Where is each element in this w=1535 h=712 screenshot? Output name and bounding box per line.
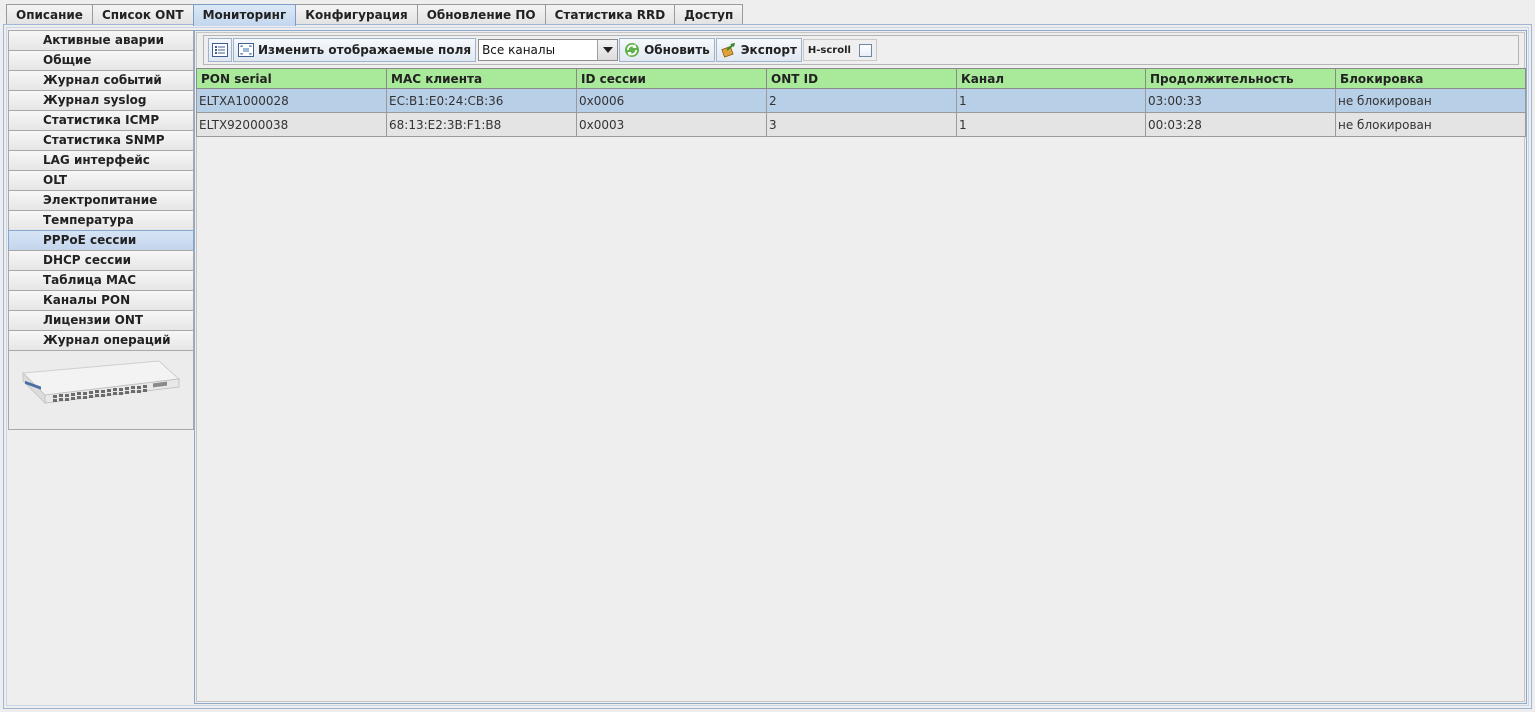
side-tab-power[interactable]: Электропитание (8, 190, 194, 210)
export-label: Экспорт (740, 43, 797, 57)
tab-ont-list[interactable]: Список ONT (91, 4, 194, 25)
side-tab-pppoe-sessions[interactable]: PPPoE сессии (8, 230, 194, 250)
side-tab-event-log[interactable]: Журнал событий (8, 70, 194, 90)
change-fields-label: Изменить отображаемые поля (258, 43, 472, 57)
side-tab-snmp-stats[interactable]: Статистика SNMP (8, 130, 194, 150)
column-header-blocking[interactable]: Блокировка (1335, 68, 1526, 89)
cell-pon-serial: ELTXA1000028 (196, 88, 387, 113)
column-header-ont-id[interactable]: ONT ID (766, 68, 957, 89)
side-tab-active-alarms[interactable]: Активные аварии (8, 30, 194, 50)
tab-configuration[interactable]: Конфигурация (295, 4, 418, 25)
channel-select[interactable]: Все каналы (478, 39, 619, 61)
olt-device-image (21, 360, 181, 404)
side-tab-dhcp-sessions[interactable]: DHCP сессии (8, 250, 194, 270)
cell-ont-id: 3 (766, 112, 957, 137)
cell-client-mac: EC:B1:E0:24:CB:36 (386, 88, 577, 113)
change-fields-button[interactable]: Изменить отображаемые поля (233, 38, 477, 62)
cell-duration: 00:03:28 (1145, 112, 1336, 137)
column-header-session-id[interactable]: ID сессии (576, 68, 767, 89)
device-image-box (8, 350, 194, 430)
cell-channel: 1 (956, 112, 1146, 137)
hscroll-toggle[interactable]: H-scroll (802, 39, 877, 61)
cell-ont-id: 2 (766, 88, 957, 113)
tab-monitoring[interactable]: Мониторинг (192, 4, 297, 26)
table-header-row: PON serial MAC клиента ID сессии ONT ID … (196, 68, 1526, 89)
column-header-pon-serial[interactable]: PON serial (196, 68, 387, 89)
table-row[interactable]: ELTXA1000028 EC:B1:E0:24:CB:36 0x0006 2 … (196, 88, 1526, 113)
toolbar: Изменить отображаемые поля Все каналы Об… (203, 35, 1519, 65)
side-tab-temperature[interactable]: Температура (8, 210, 194, 230)
refresh-icon (625, 43, 640, 57)
fields-icon (238, 43, 254, 57)
cell-channel: 1 (956, 88, 1146, 113)
refresh-button[interactable]: Обновить (619, 38, 715, 62)
side-tab-syslog[interactable]: Журнал syslog (8, 90, 194, 110)
column-header-channel[interactable]: Канал (956, 68, 1146, 89)
cell-session-id: 0x0003 (576, 112, 767, 137)
side-tab-general[interactable]: Общие (8, 50, 194, 70)
column-header-duration[interactable]: Продолжительность (1145, 68, 1336, 89)
export-icon (721, 43, 735, 58)
chevron-down-icon[interactable] (597, 40, 618, 60)
tab-firmware-update[interactable]: Обновление ПО (416, 4, 546, 25)
pppoe-sessions-panel: Изменить отображаемые поля Все каналы Об… (194, 30, 1527, 704)
hscroll-label: H-scroll (807, 44, 851, 56)
cell-session-id: 0x0006 (576, 88, 767, 113)
side-tab-lag[interactable]: LAG интерфейс (8, 150, 194, 170)
export-button[interactable]: Экспорт (715, 38, 802, 62)
side-tab-ont-licenses[interactable]: Лицензии ONT (8, 310, 194, 330)
side-tab-pon-channels[interactable]: Каналы PON (8, 290, 194, 310)
cell-blocking: не блокирован (1335, 88, 1526, 113)
table-row[interactable]: ELTX92000038 68:13:E2:3B:F1:B8 0x0003 3 … (196, 112, 1526, 137)
sessions-table: PON serial MAC клиента ID сессии ONT ID … (196, 68, 1526, 137)
side-tab-olt[interactable]: OLT (8, 170, 194, 190)
channel-select-value: Все каналы (482, 43, 556, 57)
tab-access[interactable]: Доступ (674, 4, 744, 25)
side-tab-mac-table[interactable]: Таблица MAC (8, 270, 194, 290)
hscroll-checkbox[interactable] (858, 43, 872, 57)
side-tab-list: Активные аварии Общие Журнал событий Жур… (8, 30, 194, 430)
tab-description[interactable]: Описание (6, 4, 93, 25)
side-tab-icmp-stats[interactable]: Статистика ICMP (8, 110, 194, 130)
cell-blocking: не блокирован (1335, 112, 1526, 137)
refresh-label: Обновить (644, 43, 710, 57)
top-tab-bar: Описание Список ONT Мониторинг Конфигура… (6, 4, 744, 26)
cell-pon-serial: ELTX92000038 (196, 112, 387, 137)
columns-toggle-button[interactable] (208, 38, 232, 62)
sessions-table-wrap: PON serial MAC клиента ID сессии ONT ID … (196, 68, 1526, 137)
cell-client-mac: 68:13:E2:3B:F1:B8 (386, 112, 577, 137)
tab-rrd-statistics[interactable]: Статистика RRD (544, 4, 676, 25)
cell-duration: 03:00:33 (1145, 88, 1336, 113)
side-tab-operation-log[interactable]: Журнал операций (8, 330, 194, 350)
column-header-client-mac[interactable]: MAC клиента (386, 68, 577, 89)
list-settings-icon (212, 43, 228, 57)
